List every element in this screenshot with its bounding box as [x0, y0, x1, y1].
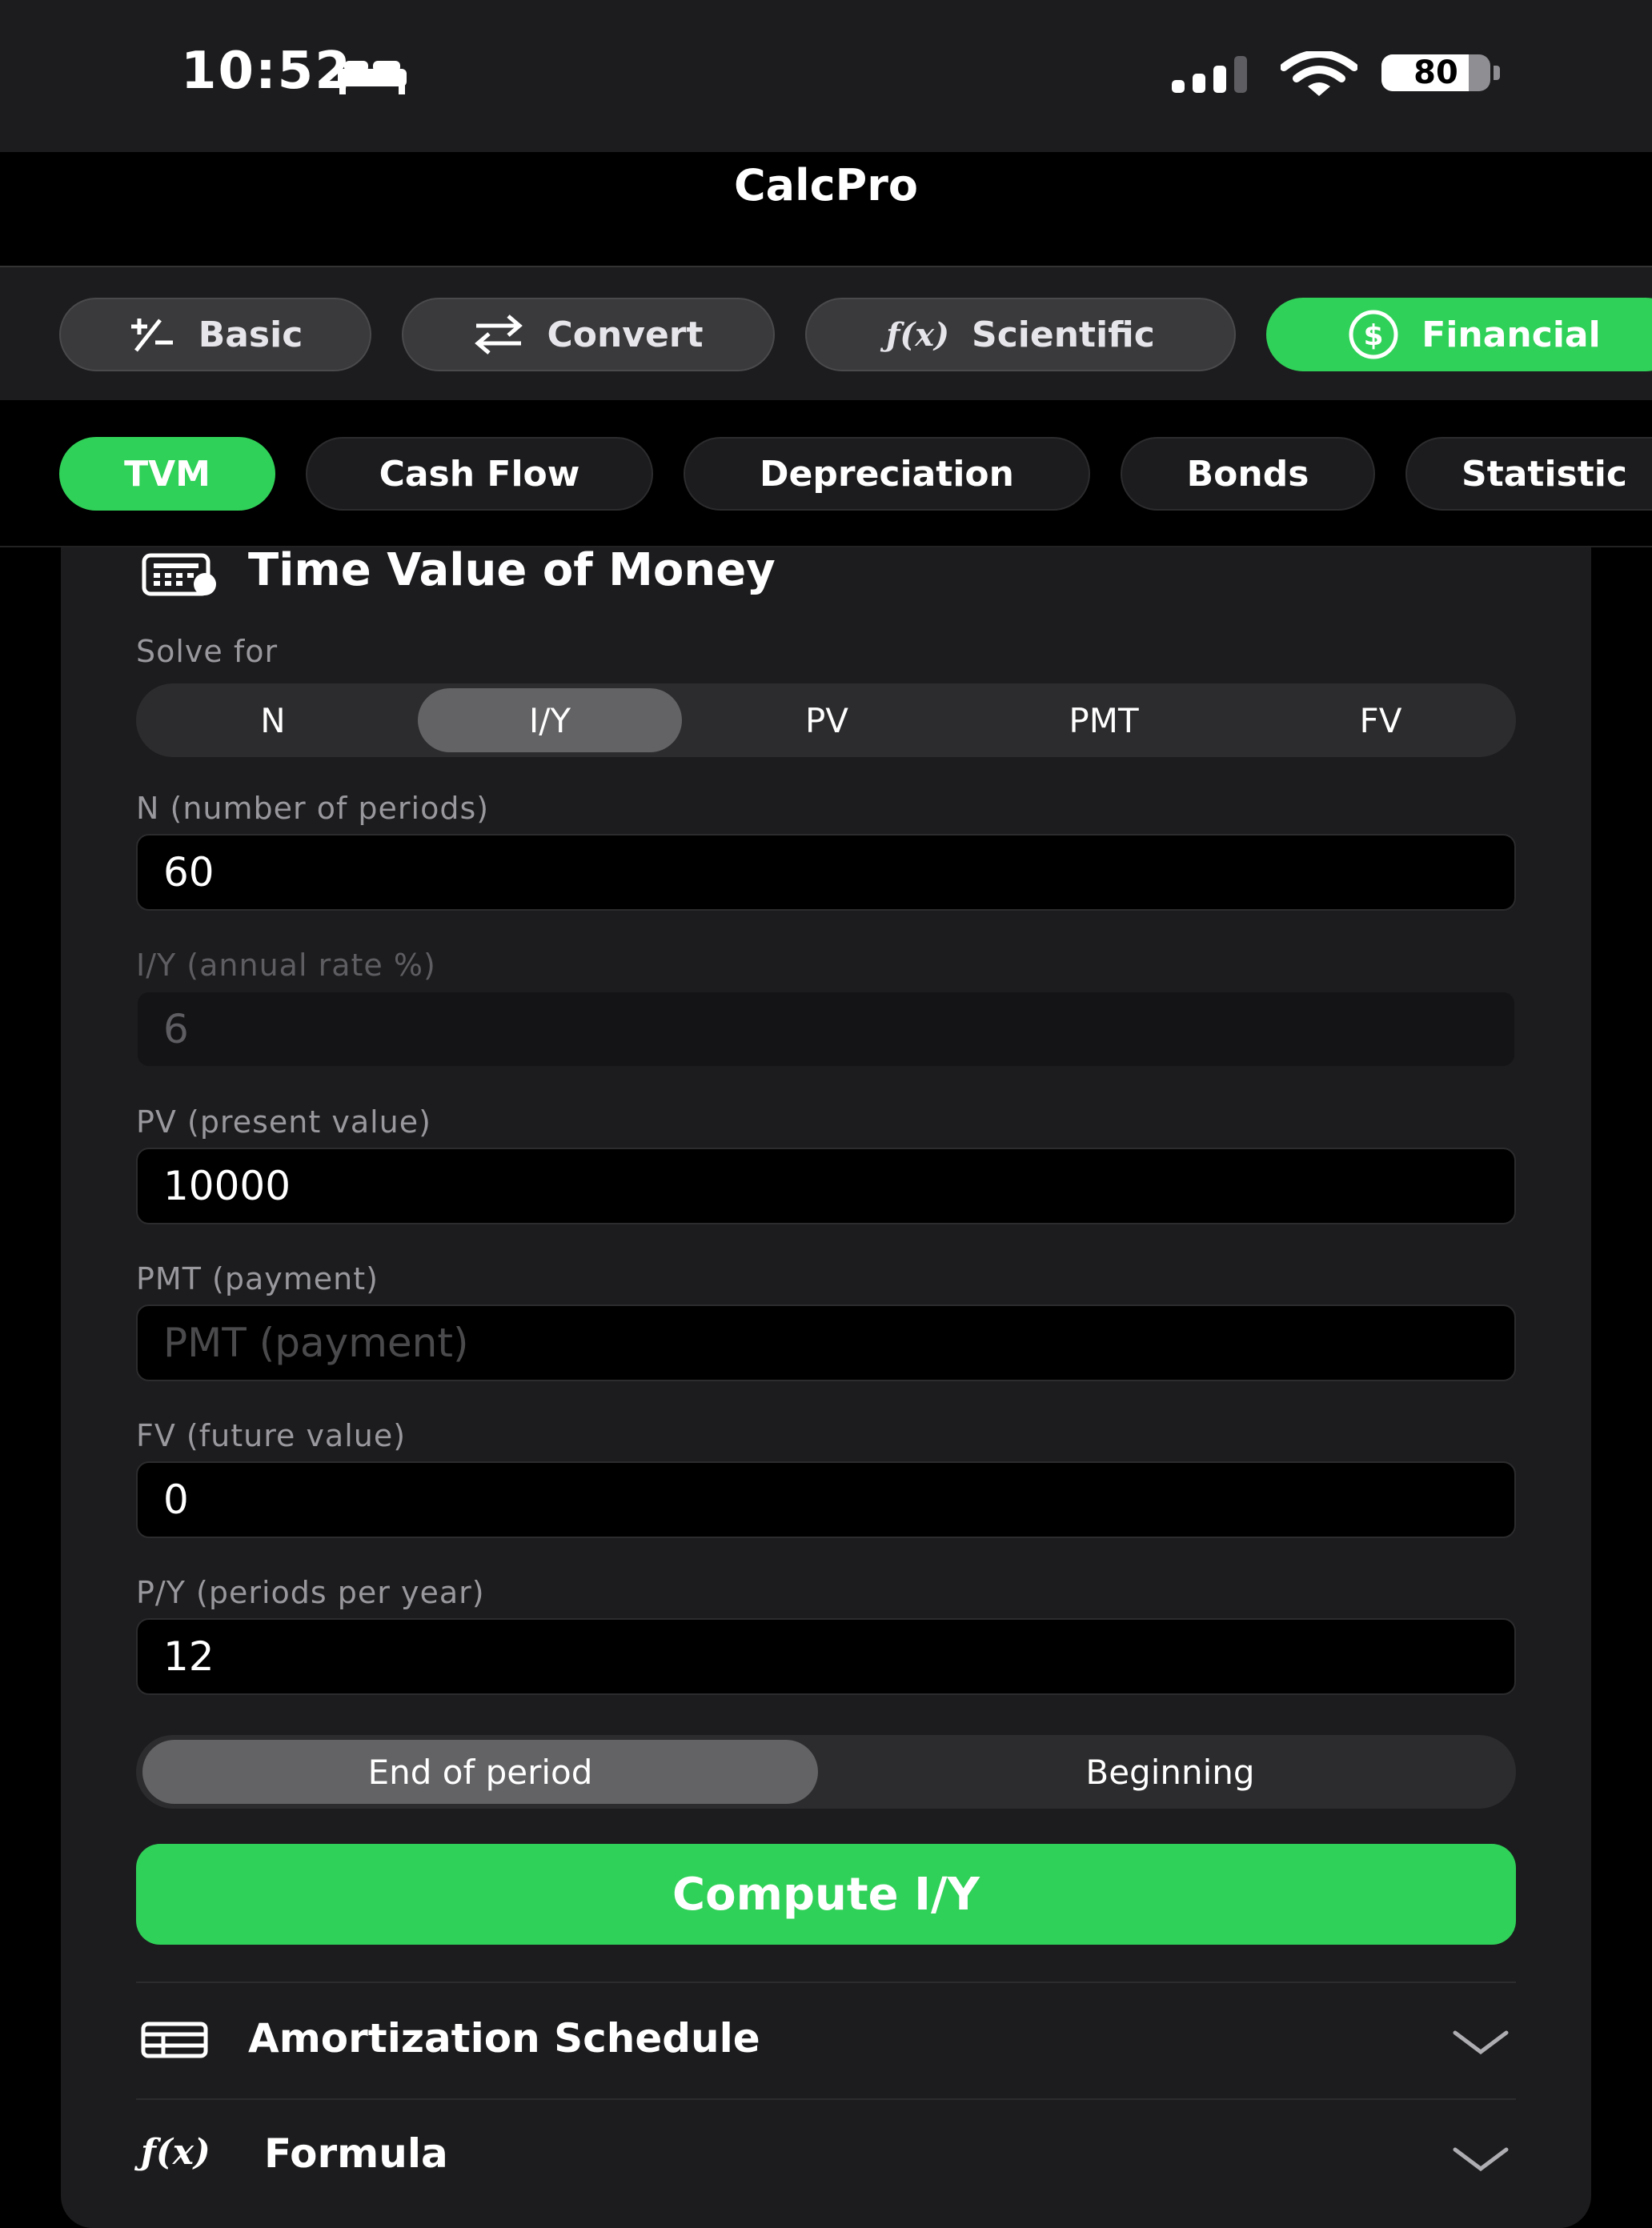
iy-input: 6 [136, 991, 1516, 1068]
svg-text:$: $ [1364, 319, 1384, 352]
tab-basic-label: Basic [198, 314, 303, 355]
n-label: N (number of periods) [136, 791, 490, 826]
solve-for-segmented: N I/Y PV PMT FV [136, 683, 1516, 757]
pv-input[interactable]: 10000 [136, 1148, 1516, 1224]
solve-pmt[interactable]: PMT [972, 688, 1236, 752]
pmt-input[interactable]: PMT (payment) [136, 1304, 1516, 1381]
tab-basic[interactable]: Basic [59, 298, 371, 371]
subtab-cash-flow[interactable]: Cash Flow [306, 437, 653, 511]
solve-fv[interactable]: FV [1249, 688, 1513, 752]
cell-signal-icon [1172, 56, 1247, 93]
iy-label: I/Y (annual rate %) [136, 948, 436, 983]
solve-n[interactable]: N [141, 688, 405, 752]
subtab-bonds[interactable]: Bonds [1121, 437, 1375, 511]
tab-scientific[interactable]: ƒ(x) Scientific [805, 298, 1236, 371]
tab-scientific-label: Scientific [972, 314, 1155, 355]
subtab-tvm[interactable]: TVM [59, 437, 275, 511]
solve-for-label: Solve for [136, 634, 279, 669]
subtab-depreciation[interactable]: Depreciation [684, 437, 1090, 511]
n-input[interactable]: 60 [136, 834, 1516, 911]
formula-label: Formula [264, 2130, 448, 2177]
section-divider-2 [136, 2098, 1516, 2100]
subtab-cash-flow-label: Cash Flow [379, 453, 580, 495]
subtab-statistic[interactable]: Statistic [1405, 437, 1652, 511]
payment-timing-segmented: End of period Beginning [136, 1735, 1516, 1809]
chevron-down-icon-formula [1453, 2147, 1509, 2172]
bed-icon [338, 61, 407, 94]
battery-level: 80 [1413, 54, 1458, 91]
tab-convert[interactable]: Convert [402, 298, 775, 371]
py-label: P/Y (periods per year) [136, 1575, 485, 1610]
table-icon [141, 2022, 208, 2058]
chevron-down-icon [1453, 2030, 1509, 2055]
fv-input[interactable]: 0 [136, 1461, 1516, 1538]
section-divider [136, 1982, 1516, 1983]
wifi-icon [1281, 51, 1357, 96]
calendar-calc-icon [142, 553, 216, 596]
timing-beginning[interactable]: Beginning [831, 1740, 1510, 1804]
timing-end[interactable]: End of period [142, 1740, 818, 1804]
subtab-depreciation-label: Depreciation [760, 453, 1014, 495]
fv-label: FV (future value) [136, 1418, 407, 1453]
mode-tab-bar: Basic Convert ƒ(x) Scientific $ Financia… [0, 267, 1652, 400]
status-bar: 10:52 80 CalcPro [0, 0, 1652, 210]
solve-iy[interactable]: I/Y [418, 688, 682, 752]
status-time: 10:52 [181, 42, 352, 101]
subtab-statistic-label: Statistic [1462, 453, 1627, 495]
compute-button[interactable]: Compute I/Y [136, 1844, 1516, 1945]
plus-minus-icon [128, 315, 176, 354]
financial-subtab-bar: TVM Cash Flow Depreciation Bonds Statist… [0, 402, 1652, 547]
solve-pv[interactable]: PV [695, 688, 959, 752]
py-input[interactable]: 12 [136, 1618, 1516, 1695]
tab-financial[interactable]: $ Financial [1266, 298, 1652, 371]
app-title: CalcPro [734, 160, 918, 210]
pmt-label: PMT (payment) [136, 1261, 379, 1296]
subtab-bonds-label: Bonds [1186, 453, 1309, 495]
fx-icon: ƒ(x) [886, 315, 950, 354]
pv-label: PV (present value) [136, 1104, 431, 1140]
swap-arrows-icon [473, 315, 524, 355]
tab-convert-label: Convert [547, 314, 704, 355]
battery-indicator: 80 [1381, 54, 1502, 94]
tab-financial-label: Financial [1421, 314, 1601, 355]
amortization-label: Amortization Schedule [248, 2015, 760, 2062]
subtab-tvm-label: TVM [124, 453, 211, 495]
fx-icon-formula: ƒ(x) [141, 2132, 211, 2173]
dollar-circle-icon: $ [1348, 309, 1399, 360]
card-title: Time Value of Money [248, 544, 776, 596]
